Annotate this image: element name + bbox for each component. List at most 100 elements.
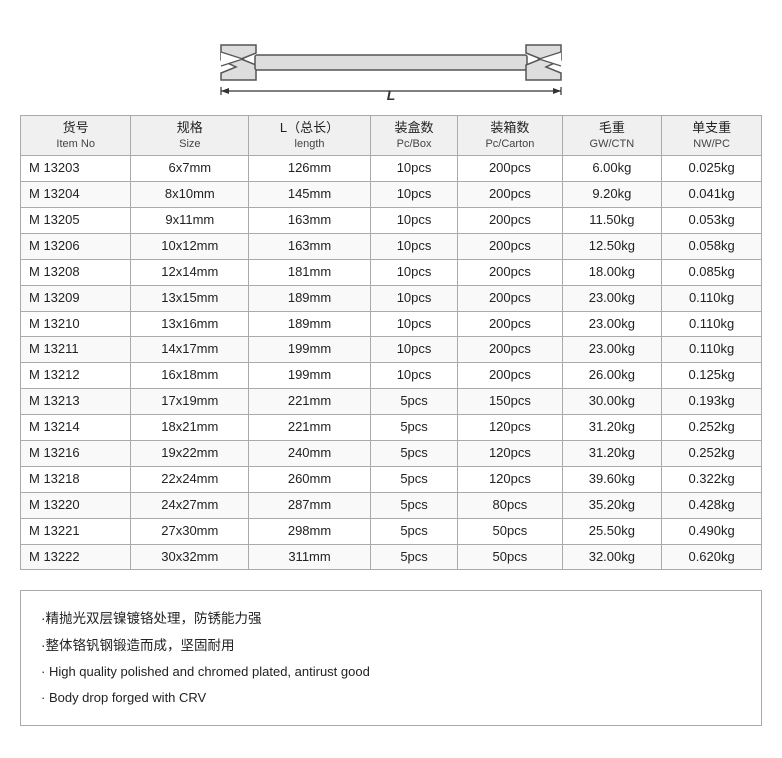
table-cell-9-6: 0.193kg <box>662 389 762 415</box>
table-cell-9-5: 30.00kg <box>562 389 662 415</box>
table-cell-8-5: 26.00kg <box>562 363 662 389</box>
table-cell-3-4: 200pcs <box>458 233 562 259</box>
table-cell-2-2: 163mm <box>249 207 371 233</box>
table-cell-0-1: 6x7mm <box>131 156 249 182</box>
table-cell-2-6: 0.053kg <box>662 207 762 233</box>
table-row: M 132048x10mm145mm10pcs200pcs9.20kg0.041… <box>21 182 762 208</box>
table-cell-7-3: 10pcs <box>370 337 458 363</box>
svg-text:L: L <box>387 87 396 100</box>
table-cell-7-6: 0.110kg <box>662 337 762 363</box>
wrench-diagram: L <box>20 10 762 105</box>
table-cell-12-6: 0.322kg <box>662 466 762 492</box>
feature-item-1: ·整体铬钒钢锻造而成，坚固耐用 <box>41 632 741 659</box>
table-cell-12-0: M 13218 <box>21 466 131 492</box>
table-cell-6-1: 13x16mm <box>131 311 249 337</box>
table-cell-10-4: 120pcs <box>458 415 562 441</box>
table-cell-15-3: 5pcs <box>370 544 458 570</box>
table-cell-13-4: 80pcs <box>458 492 562 518</box>
table-cell-13-3: 5pcs <box>370 492 458 518</box>
col-header-3: 装盒数Pc/Box <box>370 116 458 156</box>
table-cell-9-2: 221mm <box>249 389 371 415</box>
table-row: M 1321317x19mm221mm5pcs150pcs30.00kg0.19… <box>21 389 762 415</box>
table-cell-7-1: 14x17mm <box>131 337 249 363</box>
table-cell-10-2: 221mm <box>249 415 371 441</box>
page-container: L 货号Item No规格SizeL（总长）length装盒数Pc/Box装箱数… <box>0 0 782 746</box>
table-cell-12-2: 260mm <box>249 466 371 492</box>
col-header-1: 规格Size <box>131 116 249 156</box>
table-cell-6-2: 189mm <box>249 311 371 337</box>
table-cell-6-3: 10pcs <box>370 311 458 337</box>
table-row: M 1321418x21mm221mm5pcs120pcs31.20kg0.25… <box>21 415 762 441</box>
table-cell-13-1: 24x27mm <box>131 492 249 518</box>
table-cell-14-0: M 13221 <box>21 518 131 544</box>
table-row: M 1320812x14mm181mm10pcs200pcs18.00kg0.0… <box>21 259 762 285</box>
table-row: M 1322127x30mm298mm5pcs50pcs25.50kg0.490… <box>21 518 762 544</box>
table-cell-14-5: 25.50kg <box>562 518 662 544</box>
table-cell-5-3: 10pcs <box>370 285 458 311</box>
table-cell-10-5: 31.20kg <box>562 415 662 441</box>
table-cell-1-3: 10pcs <box>370 182 458 208</box>
table-cell-4-6: 0.085kg <box>662 259 762 285</box>
table-cell-9-1: 17x19mm <box>131 389 249 415</box>
table-row: M 132036x7mm126mm10pcs200pcs6.00kg0.025k… <box>21 156 762 182</box>
table-cell-11-5: 31.20kg <box>562 440 662 466</box>
table-cell-7-2: 199mm <box>249 337 371 363</box>
table-cell-1-0: M 13204 <box>21 182 131 208</box>
table-cell-11-6: 0.252kg <box>662 440 762 466</box>
table-cell-15-1: 30x32mm <box>131 544 249 570</box>
table-cell-2-3: 10pcs <box>370 207 458 233</box>
table-cell-9-3: 5pcs <box>370 389 458 415</box>
table-cell-5-6: 0.110kg <box>662 285 762 311</box>
table-cell-14-6: 0.490kg <box>662 518 762 544</box>
table-cell-0-5: 6.00kg <box>562 156 662 182</box>
table-cell-11-3: 5pcs <box>370 440 458 466</box>
wrench-image: L <box>211 25 571 100</box>
table-row: M 1321216x18mm199mm10pcs200pcs26.00kg0.1… <box>21 363 762 389</box>
table-row: M 1322024x27mm287mm5pcs80pcs35.20kg0.428… <box>21 492 762 518</box>
table-cell-12-1: 22x24mm <box>131 466 249 492</box>
table-cell-5-2: 189mm <box>249 285 371 311</box>
table-cell-14-3: 5pcs <box>370 518 458 544</box>
table-cell-9-4: 150pcs <box>458 389 562 415</box>
features-section: ·精抛光双层镍镀铬处理，防锈能力强·整体铬钒钢锻造而成，坚固耐用· High q… <box>20 590 762 726</box>
table-cell-2-4: 200pcs <box>458 207 562 233</box>
col-header-6: 单支重NW/PC <box>662 116 762 156</box>
table-cell-6-6: 0.110kg <box>662 311 762 337</box>
table-cell-15-4: 50pcs <box>458 544 562 570</box>
table-cell-3-3: 10pcs <box>370 233 458 259</box>
table-cell-4-2: 181mm <box>249 259 371 285</box>
table-cell-3-6: 0.058kg <box>662 233 762 259</box>
table-cell-10-3: 5pcs <box>370 415 458 441</box>
table-cell-6-4: 200pcs <box>458 311 562 337</box>
table-cell-3-1: 10x12mm <box>131 233 249 259</box>
feature-item-2: · High quality polished and chromed plat… <box>41 659 741 685</box>
table-cell-1-5: 9.20kg <box>562 182 662 208</box>
table-cell-13-0: M 13220 <box>21 492 131 518</box>
col-header-4: 装箱数Pc/Carton <box>458 116 562 156</box>
table-cell-0-6: 0.025kg <box>662 156 762 182</box>
table-cell-4-5: 18.00kg <box>562 259 662 285</box>
feature-item-3: · Body drop forged with CRV <box>41 685 741 711</box>
table-cell-1-6: 0.041kg <box>662 182 762 208</box>
table-cell-1-1: 8x10mm <box>131 182 249 208</box>
table-cell-14-4: 50pcs <box>458 518 562 544</box>
table-cell-1-4: 200pcs <box>458 182 562 208</box>
table-cell-2-5: 11.50kg <box>562 207 662 233</box>
table-cell-8-2: 199mm <box>249 363 371 389</box>
table-cell-12-5: 39.60kg <box>562 466 662 492</box>
table-cell-14-1: 27x30mm <box>131 518 249 544</box>
table-cell-15-6: 0.620kg <box>662 544 762 570</box>
table-cell-10-1: 18x21mm <box>131 415 249 441</box>
table-cell-7-4: 200pcs <box>458 337 562 363</box>
table-cell-4-4: 200pcs <box>458 259 562 285</box>
table-cell-0-4: 200pcs <box>458 156 562 182</box>
table-header-row: 货号Item No规格SizeL（总长）length装盒数Pc/Box装箱数Pc… <box>21 116 762 156</box>
table-cell-15-5: 32.00kg <box>562 544 662 570</box>
table-cell-13-6: 0.428kg <box>662 492 762 518</box>
table-row: M 1321114x17mm199mm10pcs200pcs23.00kg0.1… <box>21 337 762 363</box>
product-table: 货号Item No规格SizeL（总长）length装盒数Pc/Box装箱数Pc… <box>20 115 762 570</box>
table-cell-11-2: 240mm <box>249 440 371 466</box>
table-cell-1-2: 145mm <box>249 182 371 208</box>
table-cell-3-2: 163mm <box>249 233 371 259</box>
table-cell-2-1: 9x11mm <box>131 207 249 233</box>
